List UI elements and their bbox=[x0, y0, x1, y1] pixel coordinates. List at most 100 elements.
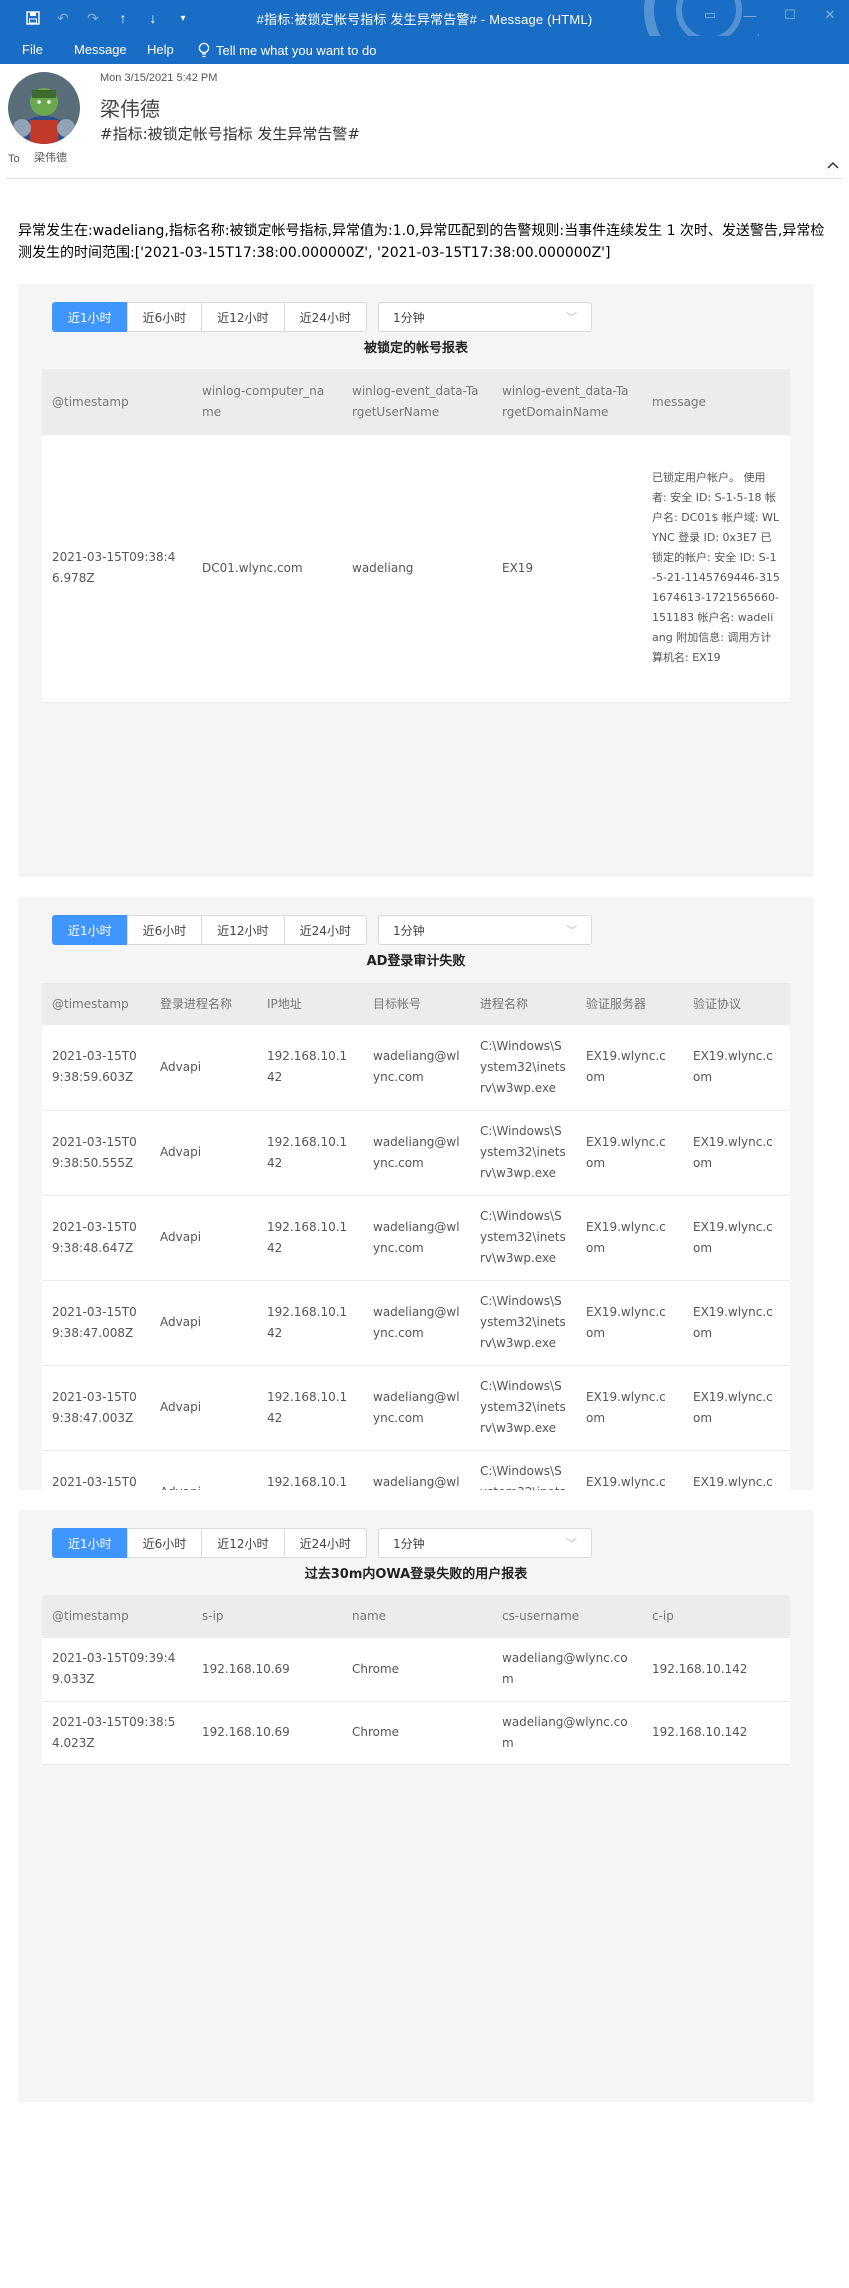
table-header-row: @timestamp winlog-computer_name winlog-e… bbox=[42, 369, 790, 435]
report-panel-owa-login-failures: 近1小时 近6小时 近12小时 近24小时 1分钟 ﹀ 过去30m内OWA登录失… bbox=[18, 1510, 814, 2102]
close-icon[interactable]: ✕ bbox=[819, 4, 841, 26]
menu-help[interactable]: Help bbox=[147, 42, 174, 57]
table-cell: EX19 bbox=[492, 435, 642, 703]
column-header[interactable]: 验证协议 bbox=[683, 983, 790, 1025]
interval-value: 1分钟 bbox=[393, 923, 425, 938]
table-cell: 192.168.10.142 bbox=[257, 1365, 363, 1451]
menu-file[interactable]: File bbox=[22, 42, 43, 57]
interval-select[interactable]: 1分钟 ﹀ bbox=[378, 1528, 592, 1558]
column-header[interactable]: 登录进程名称 bbox=[150, 983, 257, 1025]
table-cell: Chrome bbox=[342, 1638, 492, 1702]
sender-avatar bbox=[8, 72, 80, 144]
time-range-buttons: 近1小时 近6小时 近12小时 近24小时 bbox=[52, 302, 367, 332]
table-row: 2021-03-15T09:38:48.647Z Advapi 192.168.… bbox=[42, 1195, 790, 1281]
column-header[interactable]: c-ip bbox=[642, 1595, 790, 1638]
time-range-buttons: 近1小时 近6小时 近12小时 近24小时 bbox=[52, 1528, 367, 1558]
table-cell: wadeliang@wlync.com bbox=[492, 1701, 642, 1765]
email-subject: #指标:被锁定帐号指标 发生异常告警# bbox=[100, 125, 360, 143]
time-button-1h[interactable]: 近1小时 bbox=[52, 1528, 128, 1558]
table-cell: 2021-03-15T09:39:49.033Z bbox=[42, 1638, 192, 1702]
table-cell: DC01.wlync.com bbox=[192, 435, 342, 703]
time-button-6h[interactable]: 近6小时 bbox=[126, 302, 203, 332]
column-header[interactable]: winlog-event_data-TargetDomainName bbox=[492, 369, 642, 435]
menu-bar: File Message Help Tell me what you want … bbox=[0, 36, 849, 64]
table-row: 2021-03-15T09:38:46.978Z DC01.wlync.com … bbox=[42, 435, 790, 703]
time-button-24h[interactable]: 近24小时 bbox=[283, 302, 367, 332]
column-header[interactable]: winlog-computer_name bbox=[192, 369, 342, 435]
table-cell: 192.168.10.142 bbox=[642, 1638, 790, 1702]
sender-name[interactable]: 梁伟德 bbox=[100, 93, 160, 122]
table-row: 2021-03-15T09:38:47.008Z Advapi 192.168.… bbox=[42, 1280, 790, 1366]
table-cell: 2021-03-15T09:38:54.023Z bbox=[42, 1701, 192, 1765]
chevron-down-icon: ﹀ bbox=[566, 1537, 577, 1550]
time-button-12h[interactable]: 近12小时 bbox=[201, 302, 285, 332]
time-button-12h[interactable]: 近12小时 bbox=[201, 915, 285, 945]
table-cell: C:\Windows\System32\inetsrv\w3wp.exe bbox=[470, 1365, 576, 1451]
table-cell: EX19.wlync.com bbox=[683, 1110, 790, 1196]
interval-select[interactable]: 1分钟 ﹀ bbox=[378, 302, 592, 332]
table-cell: EX19.wlync.com bbox=[576, 1365, 683, 1451]
lightbulb-icon bbox=[198, 42, 210, 58]
column-header[interactable]: @timestamp bbox=[42, 369, 192, 435]
table-cell: Advapi bbox=[150, 1110, 257, 1196]
table-cell: EX19.wlync.com bbox=[576, 1450, 683, 1490]
table-row: 2021-03-15T09:38:50.555Z Advapi 192.168.… bbox=[42, 1110, 790, 1196]
table-scroll-area[interactable]: @timestamp 登录进程名称 IP地址 目标帐号 进程名称 验证服务器 验… bbox=[42, 983, 790, 1490]
tell-me-search[interactable]: Tell me what you want to do bbox=[198, 42, 376, 58]
time-button-12h[interactable]: 近12小时 bbox=[201, 1528, 285, 1558]
report-title: 过去30m内OWA登录失败的用户报表 bbox=[304, 1567, 528, 1582]
table-cell: 2021-03-15T09:38:59.603Z bbox=[42, 1025, 150, 1111]
column-header[interactable]: message bbox=[642, 369, 790, 435]
menu-message[interactable]: Message bbox=[74, 42, 127, 57]
time-button-6h[interactable]: 近6小时 bbox=[126, 1528, 203, 1558]
column-header[interactable]: 目标帐号 bbox=[363, 983, 470, 1025]
table-cell: EX19.wlync.com bbox=[683, 1280, 790, 1366]
recipient-name[interactable]: 梁伟德 bbox=[34, 149, 67, 165]
chevron-down-icon: ﹀ bbox=[566, 924, 577, 937]
table-row: 2021-03-15T09:38:54.023Z 192.168.10.69 C… bbox=[42, 1701, 790, 1765]
time-button-1h[interactable]: 近1小时 bbox=[52, 915, 128, 945]
maximize-icon[interactable]: ☐ bbox=[779, 4, 801, 26]
column-header[interactable]: cs-username bbox=[492, 1595, 642, 1638]
time-button-1h[interactable]: 近1小时 bbox=[52, 302, 128, 332]
column-header[interactable]: winlog-event_data-TargetUserName bbox=[342, 369, 492, 435]
title-bar: ↶ ↷ ↑ ↓ ▾ #指标:被锁定帐号指标 发生异常告警# - Message … bbox=[0, 0, 849, 64]
header-divider bbox=[6, 178, 843, 179]
table-row: 2021-03-15T09:39:49.033Z 192.168.10.69 C… bbox=[42, 1638, 790, 1702]
column-header[interactable]: 验证服务器 bbox=[576, 983, 683, 1025]
column-header[interactable]: name bbox=[342, 1595, 492, 1638]
table-cell: wadeliang bbox=[342, 435, 492, 703]
report-panel-ad-login-failures: 近1小时 近6小时 近12小时 近24小时 1分钟 ﹀ AD登录审计失败 @ti… bbox=[18, 897, 814, 1490]
interval-select[interactable]: 1分钟 ﹀ bbox=[378, 915, 592, 945]
table-cell: Advapi bbox=[150, 1280, 257, 1366]
report-table: @timestamp s-ip name cs-username c-ip 20… bbox=[42, 1595, 790, 1765]
minimize-icon[interactable]: — bbox=[739, 4, 761, 26]
column-header[interactable]: IP地址 bbox=[257, 983, 363, 1025]
table-cell: EX19.wlync.com bbox=[683, 1450, 790, 1490]
column-header[interactable]: @timestamp bbox=[42, 1595, 192, 1638]
time-button-24h[interactable]: 近24小时 bbox=[283, 915, 367, 945]
table-header-row: @timestamp 登录进程名称 IP地址 目标帐号 进程名称 验证服务器 验… bbox=[42, 983, 790, 1025]
column-header[interactable]: s-ip bbox=[192, 1595, 342, 1638]
table-cell: 2021-03-15T09:38:50.555Z bbox=[42, 1110, 150, 1196]
table-cell: 192.168.10.142 bbox=[257, 1110, 363, 1196]
column-header[interactable]: 进程名称 bbox=[470, 983, 576, 1025]
time-button-24h[interactable]: 近24小时 bbox=[283, 1528, 367, 1558]
time-button-6h[interactable]: 近6小时 bbox=[126, 915, 203, 945]
table-cell: Advapi bbox=[150, 1195, 257, 1281]
table-cell: EX19.wlync.com bbox=[576, 1195, 683, 1281]
table-cell: Advapi bbox=[150, 1450, 257, 1490]
table-cell: 192.168.10.142 bbox=[257, 1195, 363, 1281]
chevron-up-icon[interactable] bbox=[827, 156, 839, 172]
table-cell: 2021-03-15T09:38:48.647Z bbox=[42, 1195, 150, 1281]
table-cell: C:\Windows\System32\inetsrv\w3wp.exe bbox=[470, 1110, 576, 1196]
table-cell: Advapi bbox=[150, 1025, 257, 1111]
table-cell: 192.168.10.69 bbox=[192, 1638, 342, 1702]
ribbon-display-icon[interactable]: ▭ bbox=[699, 4, 721, 26]
report-title: 被锁定的帐号报表 bbox=[363, 341, 468, 356]
to-label: To bbox=[8, 153, 20, 165]
table-cell: 2021-03-15T09:38:46.978Z bbox=[42, 1450, 150, 1490]
table-cell: 192.168.10.142 bbox=[257, 1280, 363, 1366]
table-cell: 192.168.10.142 bbox=[642, 1701, 790, 1765]
column-header[interactable]: @timestamp bbox=[42, 983, 150, 1025]
